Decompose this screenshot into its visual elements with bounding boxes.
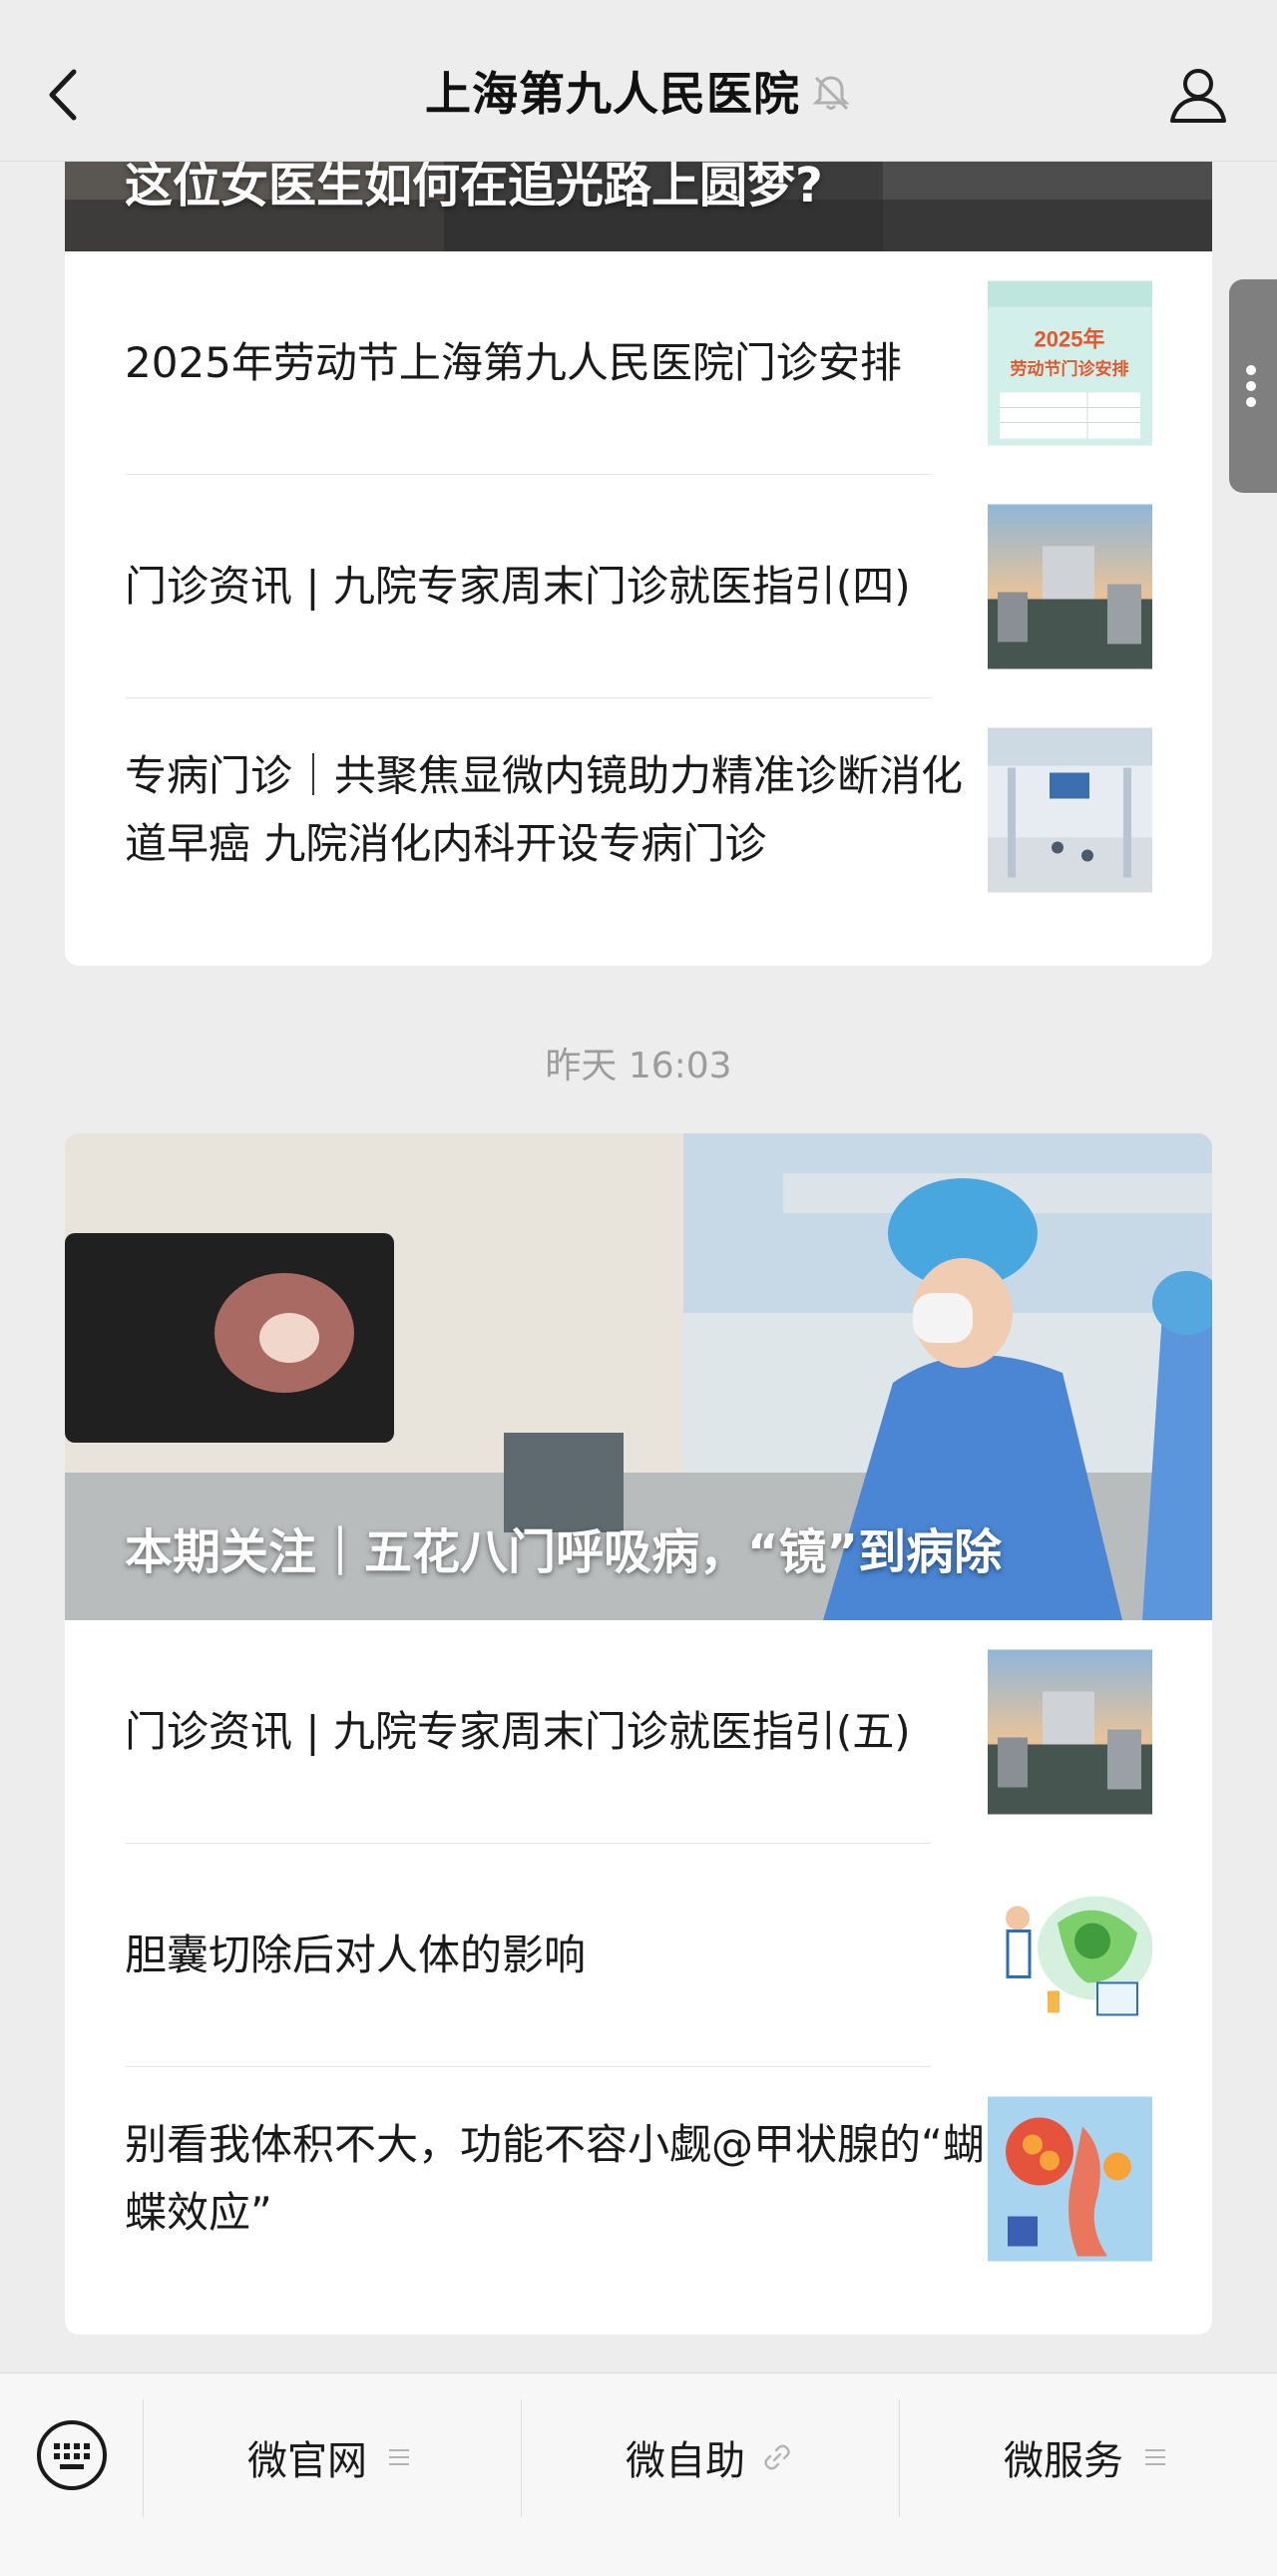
menu-item-self-service[interactable]: 微自助	[521, 2373, 898, 2541]
thumb-text-year: 2025年	[1035, 327, 1105, 352]
article-title: 门诊资讯 | 九院专家周末门诊就医指引(五)	[125, 1707, 911, 1756]
cover-article-2[interactable]: 本期关注｜五花八门呼吸病，“镜”到病除	[65, 1133, 1212, 1620]
page-title: 上海第九人民医院	[0, 64, 1277, 124]
article-item[interactable]: 专病门诊｜共聚焦显微内镜助力精准诊断消化道早癌 九院消化内科开设专病门诊	[65, 698, 1212, 922]
menu-item-label: 微服务	[1004, 2438, 1123, 2484]
keyboard-icon	[37, 2420, 107, 2490]
menu-lines-icon	[389, 2449, 409, 2465]
chat-page: 上海第九人民医院 这位女医生如何在追光路上圆梦? 2025年劳动节上海第九人民医…	[0, 0, 1277, 2576]
bottom-menu-bar: 微官网 微自助 微服务	[0, 2372, 1277, 2576]
article-card-2: 本期关注｜五花八门呼吸病，“镜”到病除 门诊资讯 | 九院专家周末门诊就医指引(…	[65, 1133, 1212, 2335]
article-thumbnail	[988, 1649, 1152, 1815]
person-icon	[1170, 69, 1226, 123]
keyboard-toggle-button[interactable]	[36, 2419, 108, 2491]
profile-button[interactable]	[1167, 64, 1229, 126]
top-navigation-bar: 上海第九人民医院	[0, 0, 1277, 162]
bell-muted-icon	[812, 76, 850, 111]
article-item[interactable]: 门诊资讯 | 九院专家周末门诊就医指引(四)	[65, 475, 1212, 698]
menu-item-services[interactable]: 微服务	[899, 2373, 1276, 2541]
menu-item-label: 微自助	[626, 2438, 745, 2484]
menu-lines-icon	[1145, 2449, 1165, 2465]
article-title: 门诊资讯 | 九院专家周末门诊就医指引(四)	[125, 562, 911, 611]
article-title: 胆囊切除后对人体的影响	[125, 1931, 587, 1979]
side-more-handle[interactable]	[1229, 279, 1277, 493]
article-title: 2025年劳动节上海第九人民医院门诊安排	[125, 338, 902, 387]
menu-item-micro-site[interactable]: 微官网	[143, 2373, 520, 2541]
menu-item-label: 微官网	[247, 2438, 367, 2484]
article-thumbnail: 2025年 劳动节门诊安排	[988, 280, 1152, 446]
article-item[interactable]: 2025年劳动节上海第九人民医院门诊安排 2025年 劳动节门诊安排	[65, 251, 1212, 475]
article-thumbnail	[988, 727, 1152, 893]
article-item[interactable]: 别看我体积不大，功能不容小觑@甲状腺的“蝴蝶效应”	[65, 2067, 1212, 2291]
article-title: 别看我体积不大，功能不容小觑@甲状腺的“蝴蝶效应”	[125, 2120, 985, 2237]
article-title: 专病门诊｜共聚焦显微内镜助力精准诊断消化道早癌 九院消化内科开设专病门诊	[125, 751, 964, 868]
cover-title: 本期关注｜五花八门呼吸病，“镜”到病除	[125, 1524, 1003, 1580]
cover-title: 这位女医生如何在追光路上圆梦?	[125, 158, 823, 214]
article-thumbnail	[988, 1873, 1152, 2038]
article-thumbnail	[988, 2096, 1152, 2262]
article-thumbnail	[988, 504, 1152, 669]
link-icon	[764, 2444, 790, 2470]
account-name: 上海第九人民医院	[425, 67, 800, 121]
article-item[interactable]: 胆囊切除后对人体的影响	[65, 1844, 1212, 2067]
article-item[interactable]: 门诊资讯 | 九院专家周末门诊就医指引(五)	[65, 1620, 1212, 1844]
thumb-text-subtitle: 劳动节门诊安排	[1011, 359, 1129, 379]
message-timestamp: 昨天 16:03	[545, 1046, 732, 1086]
article-card-1: 这位女医生如何在追光路上圆梦? 2025年劳动节上海第九人民医院门诊安排 202…	[65, 100, 1212, 966]
